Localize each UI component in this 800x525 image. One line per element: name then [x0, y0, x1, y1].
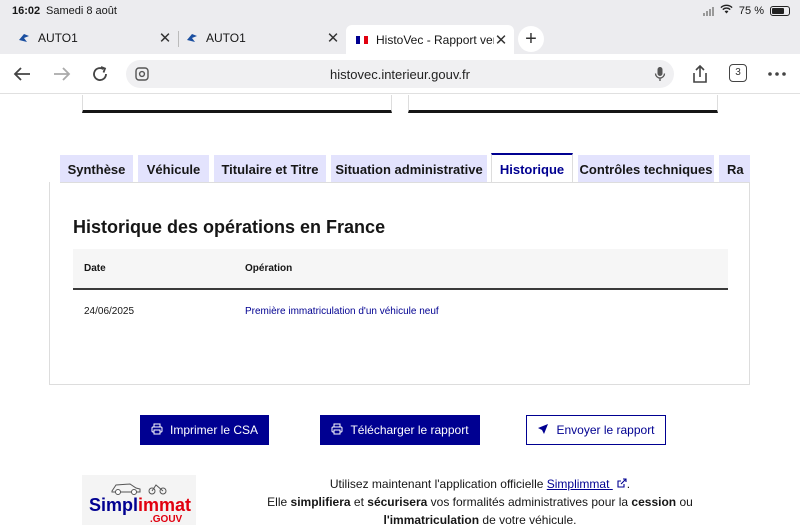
- status-indicators: 75 %: [702, 4, 790, 17]
- section-title: Historique des opérations en France: [73, 217, 386, 237]
- tab-rapport[interactable]: Ra: [719, 155, 750, 182]
- browser-tab-active[interactable]: HistoVec - Rapport vendeur ✕: [346, 25, 514, 54]
- status-date: Samedi 8 août: [46, 5, 117, 17]
- forward-arrow-icon[interactable]: [50, 62, 74, 86]
- new-tab-button[interactable]: +: [518, 26, 544, 52]
- row-operation: Première immatriculation d'un véhicule n…: [245, 306, 439, 317]
- browser-tab-label: HistoVec - Rapport vendeur: [376, 32, 494, 47]
- send-report-button[interactable]: Envoyer le rapport: [526, 415, 666, 445]
- battery-percent: 75 %: [738, 4, 764, 17]
- wifi-icon: [720, 4, 733, 17]
- tab-vehicule[interactable]: Véhicule: [138, 155, 209, 182]
- url-text: histovec.interieur.gouv.fr: [330, 67, 470, 82]
- status-bar: 16:02 Samedi 8 août 75 %: [0, 0, 800, 22]
- status-time: 16:02: [12, 5, 41, 17]
- tab-divider: [178, 31, 179, 47]
- download-report-label: Télécharger le rapport: [350, 423, 469, 437]
- browser-tab-bar: AUTO1 ✕ AUTO1 ✕ HistoVec - Rapport vende…: [0, 22, 800, 54]
- cellular-signal-icon: [702, 6, 714, 16]
- report-tabs: Synthèse Véhicule Titulaire et Titre Sit…: [60, 153, 750, 183]
- simplimmat-link[interactable]: Simplimmat: [547, 477, 627, 491]
- tab-controles[interactable]: Contrôles techniques: [578, 155, 714, 182]
- table-header: Date Opération: [73, 249, 728, 290]
- external-link-icon: [617, 478, 627, 488]
- share-icon[interactable]: [688, 62, 712, 86]
- back-arrow-icon[interactable]: [10, 62, 34, 86]
- logo-wordmark: Simplimmat: [89, 495, 192, 515]
- french-flag-icon: [356, 34, 368, 46]
- battery-icon: [770, 5, 790, 16]
- auto1-logo-icon: [186, 32, 198, 44]
- column-header-operation: Opération: [245, 263, 293, 274]
- logo-gouv: .GOUV: [150, 514, 183, 525]
- browser-tab[interactable]: AUTO1 ✕: [18, 25, 172, 51]
- reload-icon[interactable]: [88, 62, 112, 86]
- close-tab-icon[interactable]: ✕: [494, 31, 508, 49]
- url-field[interactable]: histovec.interieur.gouv.fr: [126, 60, 674, 88]
- download-report-button[interactable]: Télécharger le rapport: [320, 415, 480, 445]
- history-panel: Historique des opérations en France Date…: [49, 182, 750, 385]
- auto1-logo-icon: [18, 32, 30, 44]
- printer-icon: [151, 423, 163, 438]
- close-tab-icon[interactable]: ✕: [326, 29, 340, 47]
- info-card: [408, 95, 718, 113]
- tab-historique[interactable]: Historique: [491, 153, 573, 182]
- promo-line-3: l'immatriculation de votre véhicule.: [383, 513, 577, 525]
- print-csa-label: Imprimer le CSA: [169, 423, 258, 437]
- simplimmat-logo: Simplimmat .GOUV: [82, 475, 196, 525]
- car-icon: [111, 483, 167, 495]
- microphone-icon[interactable]: [654, 66, 666, 87]
- promo-line-1: Utilisez maintenant l'application offici…: [329, 477, 631, 491]
- browser-tab-label: AUTO1: [38, 31, 78, 45]
- tab-titulaire[interactable]: Titulaire et Titre: [214, 155, 326, 182]
- column-header-date: Date: [84, 263, 106, 274]
- row-date: 24/06/2025: [84, 306, 135, 317]
- promo-line-2: Elle simplifiera et sécurisera vos forma…: [267, 495, 693, 509]
- info-card: [82, 95, 392, 113]
- table-row: 24/06/2025 Première immatriculation d'un…: [73, 292, 728, 332]
- send-report-label: Envoyer le rapport: [556, 423, 655, 437]
- tab-count-button[interactable]: 3: [729, 64, 747, 82]
- browser-tab-label: AUTO1: [206, 31, 246, 45]
- close-tab-icon[interactable]: ✕: [158, 29, 172, 47]
- simplimmat-promo: Utilisez maintenant l'application offici…: [220, 475, 740, 525]
- tab-synthese[interactable]: Synthèse: [60, 155, 133, 182]
- address-bar: histovec.interieur.gouv.fr 3: [0, 54, 800, 94]
- browser-tab[interactable]: AUTO1 ✕: [186, 25, 340, 51]
- more-options-icon[interactable]: [765, 62, 789, 86]
- print-csa-button[interactable]: Imprimer le CSA: [140, 415, 269, 445]
- printer-icon: [331, 423, 343, 438]
- send-icon: [537, 423, 549, 438]
- tab-situation[interactable]: Situation administrative: [331, 155, 487, 182]
- page-content: Synthèse Véhicule Titulaire et Titre Sit…: [0, 95, 800, 525]
